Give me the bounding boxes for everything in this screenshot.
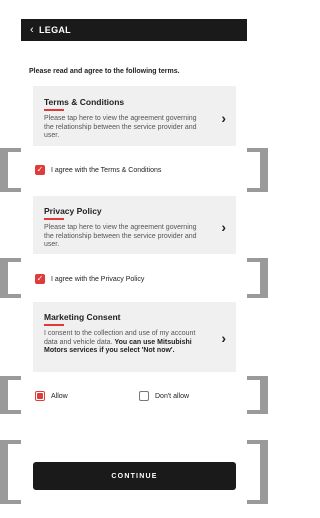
highlight-band	[260, 440, 268, 504]
highlight-band	[0, 258, 8, 298]
terms-checkbox[interactable]: ✓	[35, 165, 45, 175]
privacy-agree-row[interactable]: ✓ I agree with the Privacy Policy	[21, 274, 247, 284]
intro-text: Please read and agree to the following t…	[29, 68, 180, 75]
terms-agree-label: I agree with the Terms & Conditions	[51, 166, 162, 174]
highlight-band	[260, 148, 268, 192]
highlight-band	[0, 148, 8, 192]
allow-checkbox[interactable]	[35, 391, 45, 401]
marketing-card[interactable]: Marketing Consent I consent to the colle…	[33, 302, 236, 372]
terms-description: Please tap here to view the agreement go…	[44, 115, 197, 139]
allow-label[interactable]: Allow	[51, 393, 139, 400]
dont-allow-label[interactable]: Don't allow	[155, 393, 189, 400]
privacy-card[interactable]: Privacy Policy Please tap here to view t…	[33, 196, 236, 254]
terms-card[interactable]: Terms & Conditions Please tap here to vi…	[33, 86, 236, 146]
privacy-checkbox[interactable]: ✓	[35, 274, 45, 284]
title-underline	[44, 324, 64, 326]
chevron-right-icon[interactable]: ›	[221, 110, 226, 126]
privacy-title: Privacy Policy	[44, 206, 102, 216]
highlight-band	[0, 376, 8, 414]
chevron-left-icon[interactable]: ‹	[30, 24, 34, 36]
page-title: LEGAL	[38, 25, 71, 35]
title-underline	[44, 109, 64, 111]
highlight-band	[260, 258, 268, 298]
chevron-right-icon[interactable]: ›	[221, 219, 226, 235]
terms-title: Terms & Conditions	[44, 97, 125, 107]
highlight-band	[0, 440, 8, 504]
continue-button[interactable]: CONTINUE	[33, 462, 236, 490]
app-header: ‹ LEGAL	[21, 19, 247, 41]
privacy-description: Please tap here to view the agreement go…	[44, 224, 197, 248]
title-underline	[44, 218, 64, 220]
terms-agree-row[interactable]: ✓ I agree with the Terms & Conditions	[21, 165, 247, 175]
dont-allow-checkbox[interactable]	[139, 391, 149, 401]
marketing-title: Marketing Consent	[44, 312, 121, 322]
chevron-right-icon[interactable]: ›	[221, 330, 226, 346]
phone-screen: ‹ LEGAL Please read and agree to the fol…	[21, 0, 247, 518]
highlight-band	[260, 376, 268, 414]
privacy-agree-label: I agree with the Privacy Policy	[51, 275, 145, 283]
marketing-options-row: Allow Don't allow	[21, 391, 247, 401]
marketing-description: I consent to the collection and use of m…	[44, 330, 204, 356]
